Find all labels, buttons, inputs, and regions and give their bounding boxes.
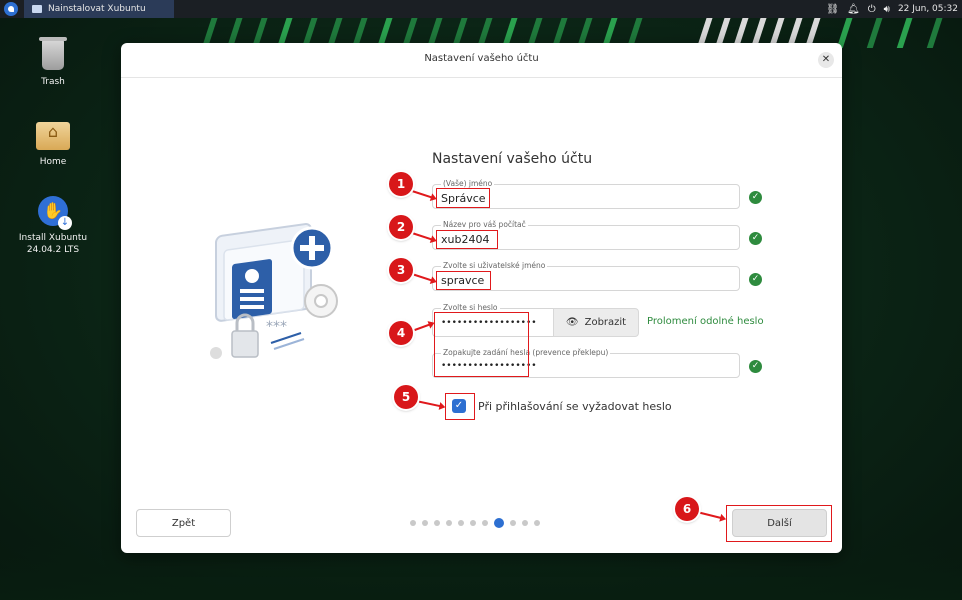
desktop-icon-installer[interactable]: ✋ ↓ Install Xubuntu 24.04.2 LTS [8, 196, 98, 256]
full-name-value: Správce [441, 192, 486, 205]
progress-dot [522, 520, 528, 526]
annotation-marker: 2 [389, 215, 413, 239]
desktop-icon-label: Trash [41, 77, 65, 87]
taskbar-window-title: Nainstalovat Xubuntu [48, 4, 146, 14]
show-password-button[interactable]: 👁︎ Zobrazit [553, 308, 639, 337]
annotation-marker: 6 [675, 497, 699, 521]
desktop-icon-home[interactable]: Home [8, 122, 98, 168]
eye-icon: 👁︎ [565, 317, 579, 328]
annotation-marker: 4 [389, 321, 413, 345]
progress-dot [458, 520, 464, 526]
password-confirm-label: Zopakujte zadání hesla (prevence překlep… [441, 348, 611, 358]
computer-valid-icon: ✓ [749, 232, 762, 245]
password-label: Zvolte si heslo [441, 303, 500, 313]
confirm-valid-icon: ✓ [749, 360, 762, 373]
annotation-marker: 5 [394, 385, 418, 409]
computer-name-label: Název pro váš počítač [441, 220, 528, 230]
notification-bell-icon[interactable]: 🔔︎ [847, 4, 860, 15]
password-value: •••••••••••••••••• [441, 318, 537, 328]
progress-dot [482, 520, 488, 526]
annotation-marker: 3 [389, 258, 413, 282]
title-separator [121, 77, 842, 78]
password-strength: Prolomení odolné heslo [647, 316, 764, 327]
username-valid-icon: ✓ [749, 273, 762, 286]
full-name-label: (Vaše) jméno [441, 179, 495, 189]
dialog-title: Nastavení vašeho účtu [424, 53, 539, 64]
checkmark-icon: ✓ [454, 400, 464, 411]
installer-dialog: Nastavení vašeho účtu ✕ *** Nastavení va… [121, 43, 842, 553]
name-valid-icon: ✓ [749, 191, 762, 204]
next-button[interactable]: Další [732, 509, 827, 537]
progress-dot [410, 520, 416, 526]
close-icon: ✕ [821, 54, 831, 65]
annotation-marker: 1 [389, 172, 413, 196]
require-password-label: Při přihlašování se vyžadovat heslo [478, 400, 672, 413]
page-heading: Nastavení vašeho účtu [432, 151, 593, 167]
volume-icon[interactable]: 🔊︎ [884, 4, 890, 15]
full-name-field[interactable]: (Vaše) jméno Správce [432, 179, 740, 209]
top-panel: Nainstalovat Xubuntu ⛓ 🔔︎ ⏻ 🔊︎ 22 Jun, 0… [0, 0, 962, 18]
username-field[interactable]: Zvolte si uživatelské jméno spravce [432, 261, 740, 291]
power-icon[interactable]: ⏻ [868, 4, 876, 15]
desktop-icon-trash[interactable]: Trash [8, 37, 98, 88]
whisker-menu-icon[interactable] [4, 2, 18, 16]
show-password-label: Zobrazit [584, 317, 627, 328]
progress-dot [534, 520, 540, 526]
close-button[interactable]: ✕ [818, 52, 834, 68]
password-field[interactable]: Zvolte si heslo •••••••••••••••••• [432, 303, 554, 337]
back-button[interactable]: Zpět [136, 509, 231, 537]
home-folder-icon [36, 122, 70, 150]
username-label: Zvolte si uživatelské jméno [441, 261, 548, 271]
system-tray: ⛓ 🔔︎ ⏻ 🔊︎ 22 Jun, 05:32 [826, 0, 958, 18]
progress-dot-current [494, 518, 504, 528]
progress-dot [422, 520, 428, 526]
computer-name-value: xub2404 [441, 233, 490, 246]
network-icon[interactable]: ⛓ [826, 4, 839, 15]
require-password-checkbox[interactable]: ✓ [452, 399, 466, 413]
password-confirm-value: •••••••••••••••••• [441, 361, 537, 371]
progress-dot [446, 520, 452, 526]
desktop-icon-label: Home [39, 157, 67, 167]
progress-dot [510, 520, 516, 526]
svg-text:***: *** [266, 319, 287, 335]
progress-dot [434, 520, 440, 526]
account-illustration: *** [210, 223, 338, 359]
password-confirm-field[interactable]: Zopakujte zadání hesla (prevence překlep… [432, 348, 740, 378]
window-icon [32, 5, 42, 13]
username-value: spravce [441, 274, 485, 287]
clock[interactable]: 22 Jun, 05:32 [898, 4, 958, 14]
trash-icon [39, 37, 67, 70]
computer-name-field[interactable]: Název pro váš počítač xub2404 [432, 220, 740, 250]
progress-dots [410, 518, 540, 528]
desktop-icon-label: Install Xubuntu 24.04.2 LTS [18, 233, 88, 255]
installer-icon: ✋ ↓ [38, 196, 72, 230]
progress-dot [470, 520, 476, 526]
taskbar-window-button[interactable]: Nainstalovat Xubuntu [24, 0, 174, 18]
